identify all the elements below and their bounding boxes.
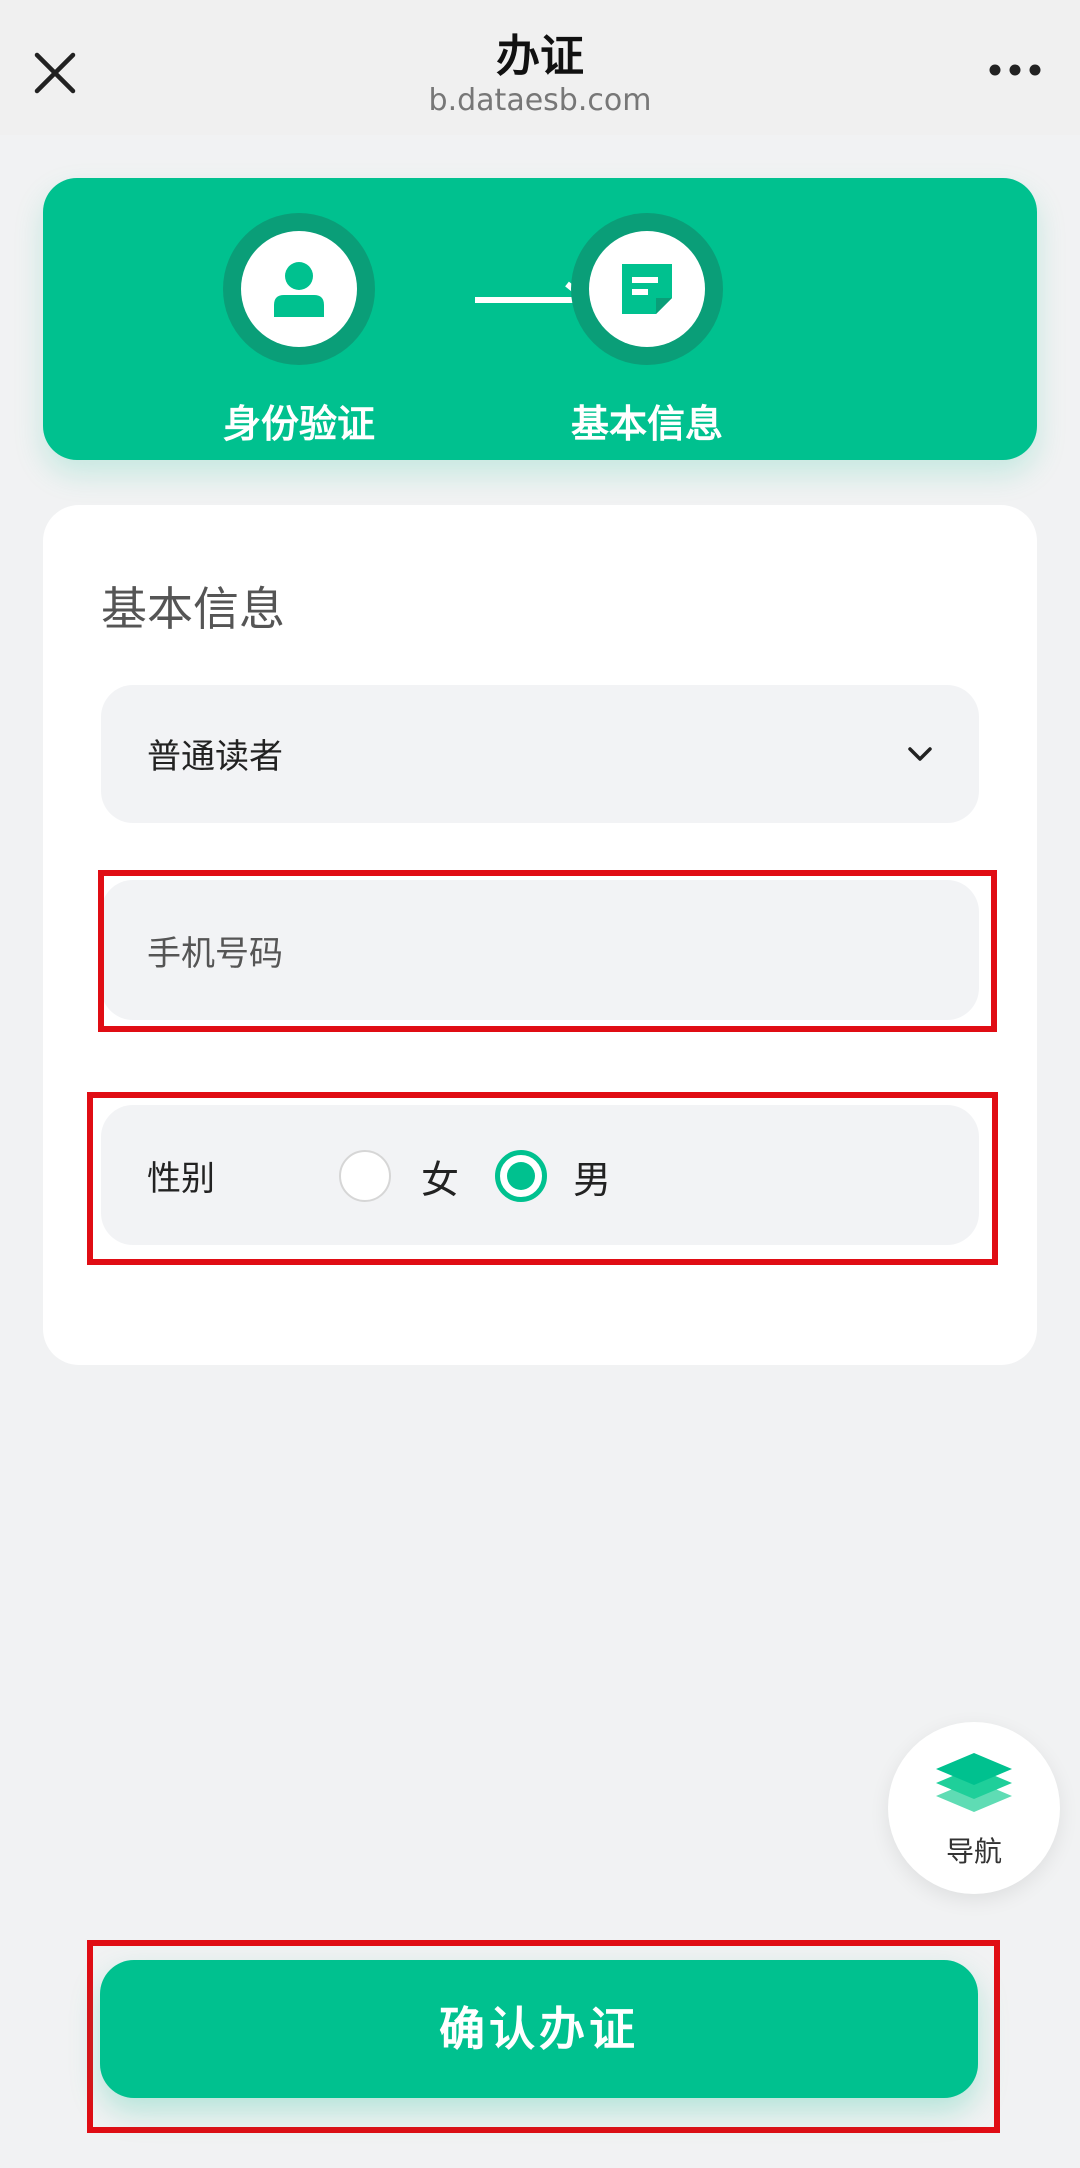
step-label: 基本信息	[570, 402, 723, 446]
step-progress-banner: 身份验证 基本信息	[43, 178, 1037, 460]
radio-selected-dot	[507, 1162, 535, 1190]
page-title: 办证	[496, 31, 584, 82]
document-icon	[589, 231, 705, 347]
phone-label: 手机号码	[147, 934, 283, 974]
gender-label: 性别	[147, 1159, 215, 1199]
phone-field[interactable]: 手机号码	[101, 880, 979, 1020]
layers-icon	[934, 1750, 1014, 1816]
gender-radio-male[interactable]	[495, 1150, 547, 1202]
confirm-button[interactable]: 确认办证	[100, 1960, 978, 2098]
step-basic-info: 基本信息	[537, 213, 757, 448]
gender-radio-female[interactable]	[339, 1150, 391, 1202]
reader-type-select[interactable]: 普通读者	[101, 685, 979, 823]
fab-label: 导航	[945, 1835, 1002, 1868]
gender-field: 性别 女 男	[101, 1105, 979, 1245]
step-label: 身份验证	[222, 402, 375, 446]
top-nav-bar: 办证 b.dataesb.com	[0, 0, 1080, 135]
navigation-fab[interactable]: 导航	[888, 1722, 1060, 1894]
person-icon	[241, 231, 357, 347]
more-icon[interactable]	[988, 60, 1042, 80]
reader-type-value: 普通读者	[147, 737, 283, 777]
gender-option-female-label[interactable]: 女	[421, 1149, 459, 1204]
gender-option-male-label[interactable]: 男	[573, 1149, 611, 1204]
basic-info-card: 基本信息 普通读者 手机号码 性别 女 男	[43, 505, 1037, 1365]
chevron-down-icon	[905, 739, 935, 769]
step-identity-verification: 身份验证	[189, 213, 409, 448]
section-title: 基本信息	[101, 582, 285, 636]
page-url: b.dataesb.com	[428, 83, 652, 118]
